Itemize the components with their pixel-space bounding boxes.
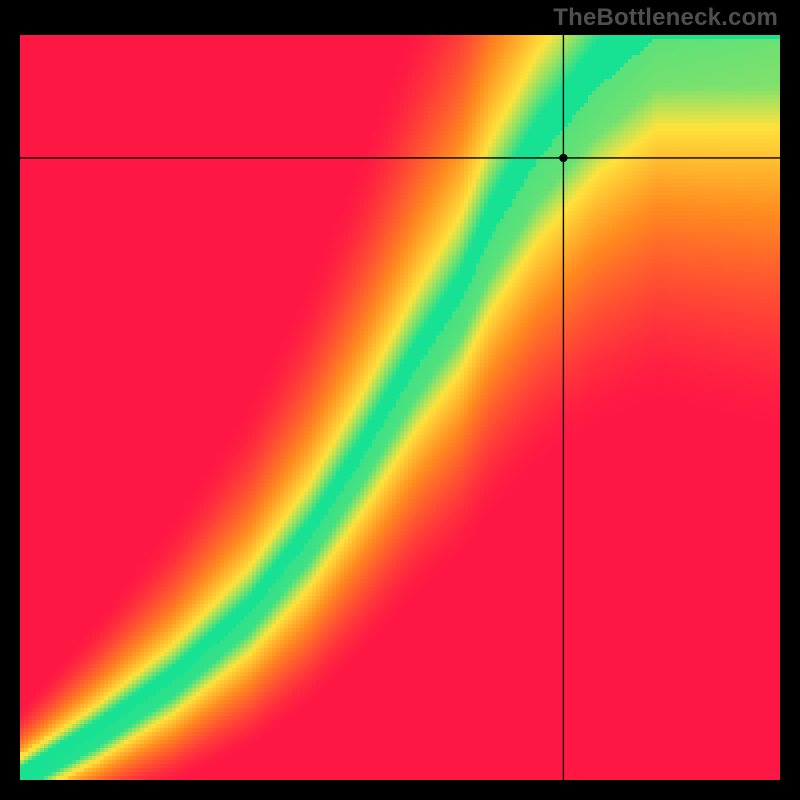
heatmap-plot [20, 35, 780, 780]
heatmap-canvas [20, 35, 780, 780]
watermark-text: TheBottleneck.com [553, 4, 778, 32]
chart-frame: TheBottleneck.com [0, 0, 800, 800]
